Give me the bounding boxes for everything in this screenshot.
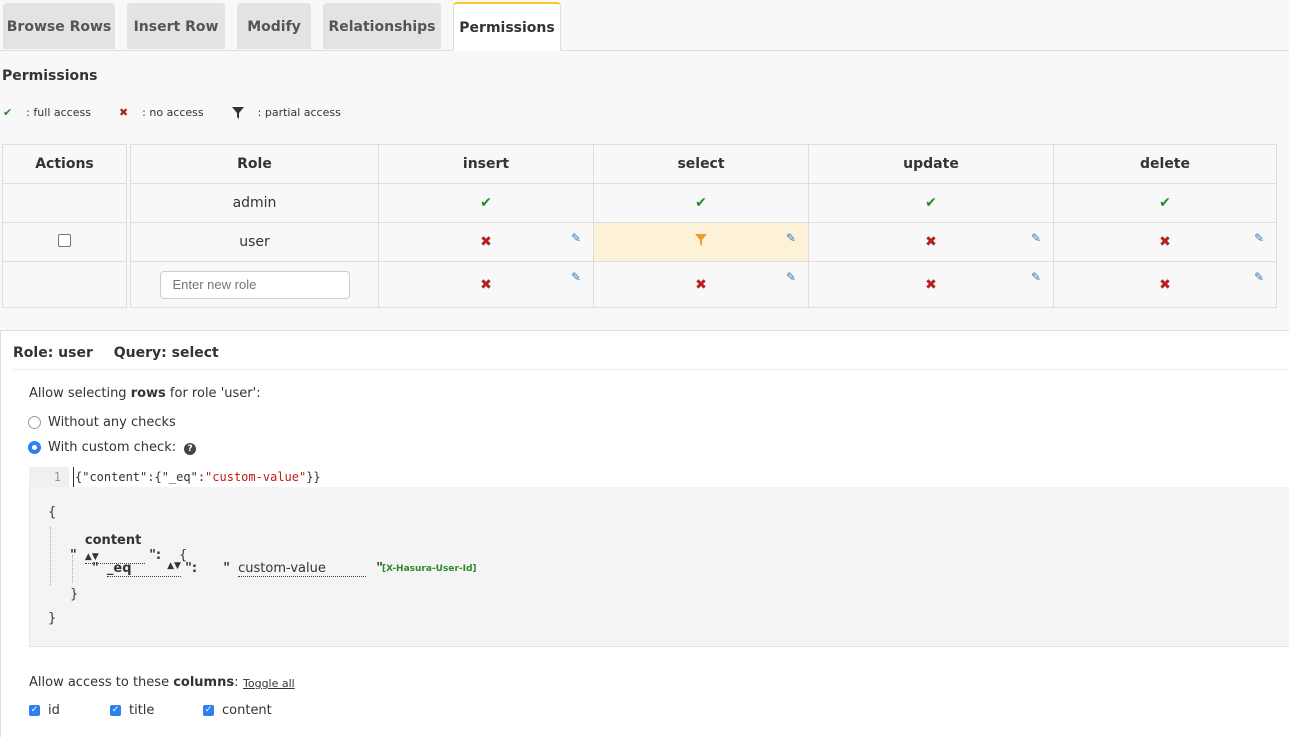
header-insert: insert	[378, 144, 594, 184]
tab-browse-rows[interactable]: Browse Rows	[3, 3, 115, 49]
operator-row: " _eq ▲▼ ": " custom-value "	[92, 561, 384, 577]
editor-code[interactable]: {"content":{"_eq":"custom-value"}}	[73, 467, 321, 487]
header-role: Role	[130, 144, 379, 184]
permissions-legend: ✔ : full access ✖ : no access : partial ac…	[3, 106, 369, 119]
close-outer-brace: }	[48, 611, 57, 626]
check-icon: ✔	[3, 106, 13, 119]
tab-modify[interactable]: Modify	[237, 3, 311, 49]
cross-icon: ✖	[480, 276, 492, 293]
column-checkbox-title[interactable]: ✓ title	[110, 703, 154, 718]
pencil-icon[interactable]: ✎	[1031, 231, 1041, 245]
delete-cell[interactable]: ✖ ✎	[1053, 261, 1277, 308]
close-inner-brace: }	[70, 587, 79, 602]
line-number: 1	[29, 467, 69, 487]
checkbox-checked-icon[interactable]: ✓	[110, 705, 121, 716]
row-actions	[2, 183, 127, 223]
cross-icon: ✖	[1159, 276, 1171, 293]
json-editor[interactable]: 1 {"content":{"_eq":"custom-value"}}	[29, 467, 1289, 488]
tab-permissions[interactable]: Permissions	[453, 2, 561, 51]
checkbox-checked-icon[interactable]: ✓	[29, 705, 40, 716]
row-checkbox[interactable]	[58, 233, 71, 247]
role-cell: admin	[130, 183, 379, 223]
new-role-input[interactable]	[159, 270, 350, 299]
help-icon[interactable]: ?	[184, 443, 197, 455]
tab-bar: Browse Rows Insert Row Modify Relationsh…	[0, 0, 1289, 51]
divider	[13, 369, 1289, 370]
filter-builder: { " content ▲▼ ":{ " _eq ▲▼ ": " custom-v…	[29, 487, 1289, 647]
open-brace: {	[48, 505, 57, 520]
row-actions	[2, 222, 127, 262]
checkbox-checked-icon[interactable]: ✓	[203, 705, 214, 716]
insert-cell[interactable]: ✖ ✎	[378, 261, 594, 308]
tab-insert-row[interactable]: Insert Row	[127, 3, 225, 49]
column-select[interactable]: content ▲▼	[84, 533, 145, 564]
operator-select[interactable]: _eq ▲▼	[106, 561, 181, 577]
header-select: select	[593, 144, 809, 184]
cross-icon: ✖	[695, 276, 707, 293]
role-cell	[130, 261, 379, 308]
delete-cell[interactable]: ✖ ✎	[1053, 222, 1277, 262]
legend-full-label: : full access	[26, 106, 91, 119]
permissions-table: Actions Role insert select update delete…	[2, 144, 1277, 308]
option-without-checks[interactable]: Without any checks	[28, 415, 176, 430]
cross-icon: ✖	[925, 276, 937, 293]
option-custom-check[interactable]: With custom check:?	[28, 440, 197, 455]
filter-icon	[695, 234, 707, 250]
row-actions	[2, 261, 127, 308]
pencil-icon[interactable]: ✎	[786, 231, 796, 245]
check-icon: ✔	[695, 195, 707, 211]
check-icon: ✔	[1159, 195, 1171, 211]
indent-guide	[72, 555, 73, 583]
legend-partial-label: : partial access	[257, 106, 341, 119]
column-row: " content ▲▼ ":{	[70, 533, 188, 564]
insert-cell: ✔	[378, 183, 594, 223]
delete-cell: ✔	[1053, 183, 1277, 223]
toggle-all-link[interactable]: Toggle all	[243, 677, 295, 690]
pencil-icon[interactable]: ✎	[1254, 270, 1264, 284]
indent-guide	[50, 527, 51, 585]
update-cell[interactable]: ✖ ✎	[808, 222, 1054, 262]
cross-icon: ✖	[1159, 234, 1171, 250]
table-row: ✖✎ ✖✎ ✖✎ ✖✎	[2, 261, 1277, 308]
tab-relationships[interactable]: Relationships	[323, 3, 441, 49]
cross-icon: ✖	[480, 234, 492, 250]
check-icon: ✔	[925, 195, 937, 211]
update-cell: ✔	[808, 183, 1054, 223]
column-checkbox-content[interactable]: ✓ content	[203, 703, 272, 718]
role-label: Role: user	[13, 345, 93, 361]
column-checkbox-id[interactable]: ✓ id	[29, 703, 60, 718]
header-delete: delete	[1053, 144, 1277, 184]
pencil-icon[interactable]: ✎	[786, 270, 796, 284]
pencil-icon[interactable]: ✎	[571, 270, 581, 284]
cross-icon: ✖	[925, 234, 937, 250]
permissions-title: Permissions	[2, 68, 98, 84]
query-label: Query: select	[113, 345, 219, 361]
permission-edit-panel: Role: user Query: select Allow selecting…	[0, 330, 1289, 737]
value-input[interactable]: custom-value	[238, 561, 367, 577]
panel-header: Role: user Query: select	[13, 345, 219, 361]
table-row: admin ✔ ✔ ✔ ✔	[2, 183, 1277, 223]
select-cell: ✔	[593, 183, 809, 223]
check-icon: ✔	[480, 195, 492, 211]
header-actions: Actions	[2, 144, 127, 184]
pencil-icon[interactable]: ✎	[571, 231, 581, 245]
allow-rows-label: Allow selecting rows for role 'user':	[29, 386, 261, 401]
session-variable-link[interactable]: [X-Hasura-User-Id]	[382, 564, 477, 574]
legend-none-label: : no access	[142, 106, 204, 119]
select-cell[interactable]: ✖ ✎	[593, 261, 809, 308]
cross-icon: ✖	[118, 106, 129, 119]
table-row: user ✖ ✎ ✎ ✖ ✎ ✖ ✎	[2, 222, 1277, 262]
sort-icon: ▲▼	[167, 561, 181, 571]
filter-icon	[231, 106, 244, 119]
pencil-icon[interactable]: ✎	[1031, 270, 1041, 284]
radio-without-checks[interactable]	[28, 416, 41, 429]
pencil-icon[interactable]: ✎	[1254, 231, 1264, 245]
update-cell[interactable]: ✖ ✎	[808, 261, 1054, 308]
header-update: update	[808, 144, 1054, 184]
radio-custom-check[interactable]	[28, 441, 41, 454]
select-cell[interactable]: ✎	[593, 222, 809, 262]
insert-cell[interactable]: ✖ ✎	[378, 222, 594, 262]
role-cell: user	[130, 222, 379, 262]
columns-label: Allow access to these columns:	[29, 675, 239, 690]
